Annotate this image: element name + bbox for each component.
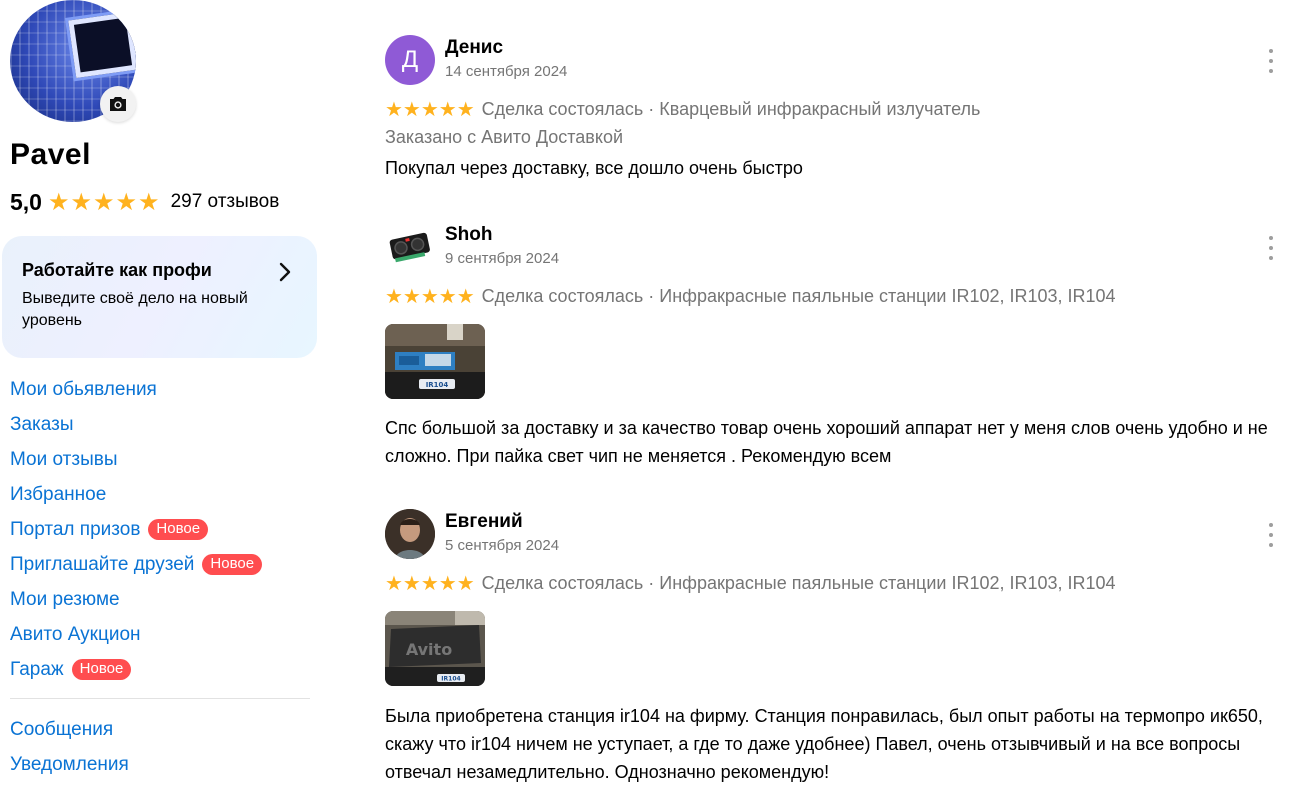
nav-label: Сообщения: [10, 718, 114, 740]
profile-rating: 5,0 ★★★★★ 297 отзывов: [10, 186, 279, 218]
review-date: 9 сентября 2024: [445, 250, 560, 267]
nav-messages[interactable]: Сообщения: [10, 712, 129, 747]
review-stars-icon: ★★★★★: [385, 573, 475, 595]
review-item: Д Денис 14 сентября 2024 ★★★★★ Сделка со…: [385, 35, 1295, 185]
soldering-station-photo: IR104 Avito: [385, 611, 485, 686]
profile-nav-secondary: Сообщения Уведомления: [10, 712, 129, 782]
nav-avito-auction[interactable]: Авито Аукцион: [10, 617, 262, 652]
graphics-card-avatar-icon: [389, 232, 430, 263]
nav-garage[interactable]: Гараж Новое: [10, 652, 262, 687]
more-options-icon[interactable]: [1261, 523, 1281, 547]
photo-label: IR104: [426, 381, 449, 389]
reviewer-name[interactable]: Shoh: [445, 224, 493, 246]
reviewer-avatar[interactable]: [385, 509, 435, 559]
nav-favorites[interactable]: Избранное: [10, 477, 262, 512]
reviews-list: Д Денис 14 сентября 2024 ★★★★★ Сделка со…: [385, 0, 1295, 793]
nav-label: Мои резюме: [10, 588, 120, 610]
camera-icon: [110, 97, 126, 111]
nav-my-resumes[interactable]: Мои резюме: [10, 582, 262, 617]
nav-label: Авито Аукцион: [10, 623, 141, 645]
review-photo[interactable]: IR104: [385, 324, 485, 399]
promo-subtitle: Выведите своё дело на новый уровень: [22, 290, 248, 329]
review-text: Покупал через доставку, все дошло очень …: [385, 158, 803, 178]
chevron-right-icon: [279, 262, 291, 282]
profile-name: Pavel: [10, 138, 91, 171]
nav-label: Заказы: [10, 413, 74, 435]
reviewer-avatar[interactable]: [385, 222, 435, 272]
nav-label: Мои обьявления: [10, 378, 157, 400]
nav-notifications[interactable]: Уведомления: [10, 747, 129, 782]
review-meta: ★★★★★ Сделка состоялась · Инфракрасные п…: [385, 571, 1116, 596]
nav-invite-friends[interactable]: Приглашайте друзей Новое: [10, 547, 263, 582]
profile-nav: Мои обьявления Заказы Мои отзывы Избранн…: [10, 372, 263, 687]
review-meta: ★★★★★ Сделка состоялась · Инфракрасные п…: [385, 284, 1116, 309]
delivery-info: Заказано с Авито Доставкой: [385, 127, 624, 147]
review-date: 14 сентября 2024: [445, 63, 568, 80]
review-date: 5 сентября 2024: [445, 537, 560, 554]
reviewer-name[interactable]: Евгений: [445, 511, 523, 533]
review-text: Спс большой за доставку и за качество то…: [385, 418, 1268, 466]
reviews-count-link[interactable]: 297 отзывов: [171, 191, 280, 213]
review-item: Shoh 9 сентября 2024 ★★★★★ Сделка состоя…: [385, 222, 1295, 472]
review-stars-icon: ★★★★★: [385, 286, 475, 308]
rating-value: 5,0: [10, 188, 42, 215]
review-meta: ★★★★★ Сделка состоялась · Кварцевый инфр…: [385, 97, 980, 122]
deal-info: Сделка состоялась · Инфракрасные паяльны…: [481, 286, 1116, 306]
new-badge: Новое: [148, 519, 209, 540]
nav-label: Портал призов: [10, 518, 141, 540]
more-options-icon[interactable]: [1261, 49, 1281, 73]
review-text: Была приобретена станция ir104 на фирму.…: [385, 706, 1263, 782]
avatar-letter: Д: [401, 46, 419, 73]
rating-stars-icon: ★★★★★: [47, 188, 161, 216]
review-stars-icon: ★★★★★: [385, 99, 475, 121]
promo-title: Работайте как профи: [22, 260, 212, 280]
reviewer-avatar[interactable]: Д: [385, 35, 435, 85]
review-item: Евгений 5 сентября 2024 ★★★★★ Сделка сос…: [385, 509, 1295, 793]
nav-my-reviews[interactable]: Мои отзывы: [10, 442, 262, 477]
new-badge: Новое: [202, 554, 263, 575]
nav-label: Гараж: [10, 658, 64, 680]
review-photo[interactable]: IR104 Avito: [385, 611, 485, 686]
nav-orders[interactable]: Заказы: [10, 407, 262, 442]
profile-sidebar: Pavel 5,0 ★★★★★ 297 отзывов Работайте ка…: [0, 0, 330, 793]
nav-label: Избранное: [10, 483, 107, 505]
nav-divider: [10, 698, 310, 699]
nav-label: Приглашайте друзей: [10, 553, 195, 575]
person-avatar-icon: [385, 509, 435, 559]
avatar-chip-image: [68, 11, 136, 79]
nav-label: Мои отзывы: [10, 448, 118, 470]
change-photo-button[interactable]: [100, 86, 136, 122]
more-options-icon[interactable]: [1261, 236, 1281, 260]
work-like-pro-banner[interactable]: Работайте как профи Выведите своё дело н…: [2, 236, 317, 358]
avito-watermark: Avito: [406, 640, 452, 659]
new-badge: Новое: [71, 659, 132, 680]
nav-my-listings[interactable]: Мои обьявления: [10, 372, 262, 407]
deal-info: Сделка состоялась · Кварцевый инфракрасн…: [481, 99, 981, 119]
reviewer-name[interactable]: Денис: [445, 37, 503, 59]
profile-avatar-wrap: [10, 0, 136, 122]
deal-info: Сделка состоялась · Инфракрасные паяльны…: [481, 573, 1116, 593]
soldering-station-photo: IR104: [385, 324, 485, 399]
nav-prize-portal[interactable]: Портал призов Новое: [10, 512, 262, 547]
photo-label: IR104: [441, 676, 460, 683]
nav-label: Уведомления: [10, 753, 129, 775]
